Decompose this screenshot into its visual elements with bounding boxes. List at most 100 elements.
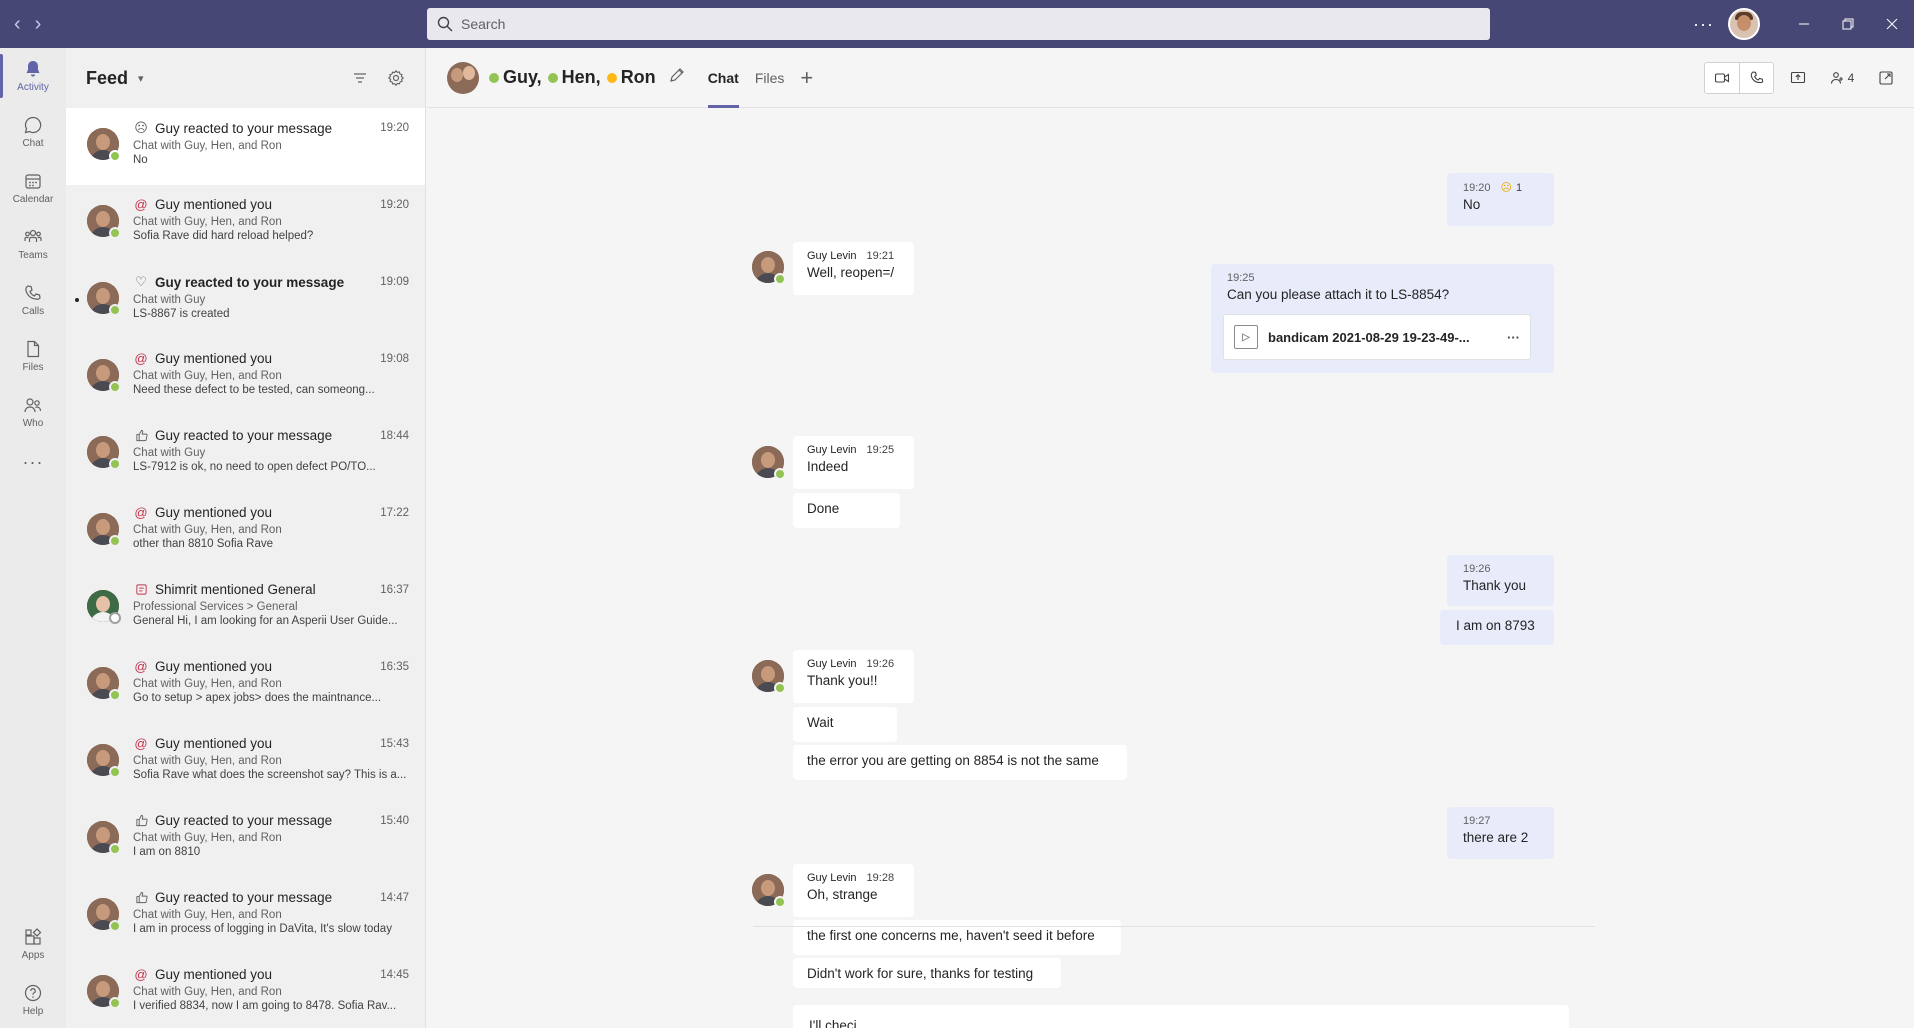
close-icon[interactable] [1870,0,1914,48]
feed-item-time: 19:09 [380,276,409,288]
participants-button[interactable]: 4 [1822,63,1862,93]
my-message[interactable]: I am on 8793 [1440,610,1554,645]
message-text: the error you are getting on 8854 is not… [807,753,1099,768]
restore-icon[interactable] [1826,0,1870,48]
feed-item-title: Guy mentioned you [155,659,273,674]
audio-call-button[interactable] [1739,63,1773,93]
received-message[interactable]: Guy Levin 19:21 Well, reopen=/ [793,242,914,295]
feed-item[interactable]: @ Guy mentioned you 17:22 Chat with Guy, H… [66,493,425,570]
sender-avatar[interactable] [752,660,786,694]
feed-item-title: Guy reacted to your message [155,813,333,828]
heart-icon: ♡ [135,274,147,289]
my-message[interactable]: 19:20 ☹ 1 No [1447,173,1554,226]
feed-item-time: 15:43 [380,737,409,750]
feed-item[interactable]: @ Guy mentioned you 16:35 Chat with Guy, H… [66,647,425,724]
header-actions: 4 [1704,62,1900,94]
back-arrow-icon[interactable]: ‹ [14,14,21,34]
rail-activity[interactable]: Activity [0,48,66,104]
rail-label: Files [22,362,44,373]
feed-title[interactable]: Feed [86,68,128,89]
sender-avatar[interactable] [752,446,786,480]
rail-apps[interactable]: Apps [0,916,66,972]
rail-label: Who [22,418,44,429]
sender-avatar[interactable] [752,874,786,908]
like-icon [133,429,149,442]
phone-icon [1750,71,1763,84]
tab-chat[interactable]: Chat [707,48,739,108]
avatar [87,282,121,316]
compose-box[interactable]: I'll checj [793,1005,1569,1028]
feed-item-title: Guy reacted to your message [155,890,333,905]
like-icon [133,891,149,904]
feed-item-context: Professional Services > General [133,601,298,613]
feed-item[interactable]: ☹ Guy reacted to your message 19:20 Chat w… [66,108,425,185]
settings-more-icon[interactable]: ··· [1679,14,1728,35]
popout-icon[interactable] [1872,63,1900,93]
my-profile-avatar[interactable] [1728,8,1760,40]
chevron-down-icon[interactable]: ▾ [138,72,144,85]
sad-emoji-icon: ☹ [1500,182,1512,194]
chat-header: Guy, Hen, Ron Chat Files + 4 [427,48,1914,108]
at-mention-icon: @ [134,351,148,366]
rail-calls[interactable]: Calls [0,272,66,328]
at-mention-icon: @ [134,505,148,520]
feed-item-context: Chat with Guy, Hen, and Ron [133,140,282,152]
chat-title[interactable]: Guy, Hen, Ron [489,66,686,89]
add-tab-icon[interactable]: + [800,65,813,91]
sender-avatar[interactable] [752,251,786,285]
feed-item-time: 14:45 [380,968,409,981]
tab-files[interactable]: Files [755,48,785,108]
received-message[interactable]: Done [793,493,900,528]
rail-calendar[interactable]: Calendar [0,160,66,216]
pencil-icon[interactable] [668,66,686,89]
reaction[interactable]: ☹ 1 [1500,181,1523,195]
minimize-icon[interactable] [1782,0,1826,48]
feed-item-context: Chat with Guy, Hen, and Ron [133,524,282,536]
feed-item[interactable]: Guy reacted to your message 18:44 Chat wi… [66,416,425,493]
feed-item-title: Guy reacted to your message [155,274,345,290]
teams-icon [24,229,42,242]
received-message[interactable]: Guy Levin 19:25 Indeed [793,436,914,489]
received-message[interactable]: Didn't work for sure, thanks for testing [793,958,1061,988]
received-message[interactable]: the error you are getting on 8854 is not… [793,745,1127,780]
feed-item-preview: Sofia Rave did hard reload helped? [133,230,314,242]
feed-item-preview: LS-7912 is ok, no need to open defect PO… [133,461,376,473]
share-screen-icon[interactable] [1784,63,1812,93]
rail-label: Calls [21,306,45,317]
feed-item[interactable]: @ Guy mentioned you 15:43 Chat with Guy, H… [66,724,425,801]
feed-item[interactable]: @ Guy mentioned you 19:20 Chat with Guy, H… [66,185,425,262]
feed-item-title: Guy reacted to your message [155,120,333,136]
rail-more-icon[interactable]: ··· [0,440,66,484]
feed-item[interactable]: Guy reacted to your message 15:40 Chat wi… [66,801,425,878]
my-message[interactable]: 19:26 Thank you [1447,555,1554,606]
feed-item[interactable]: ♡ Guy reacted to your message 19:09 Chat w… [66,262,425,339]
feed-item[interactable]: @ Guy mentioned you 14:45 Chat with Guy, H… [66,955,425,1028]
avatar [87,898,121,932]
received-message[interactable]: Guy Levin 19:26 Thank you!! [793,650,914,703]
forward-arrow-icon[interactable]: › [35,14,42,34]
feed-item[interactable]: Guy reacted to your message 14:47 Chat wi… [66,878,425,955]
feed-item-context: Chat with Guy, Hen, and Ron [133,986,282,998]
feed-item[interactable]: Shimrit mentioned General 16:37 Professio… [66,570,425,647]
filter-icon[interactable] [351,69,369,87]
at-mention-icon: @ [134,659,148,674]
video-call-button[interactable] [1705,63,1739,93]
gear-icon[interactable] [387,69,405,87]
my-message[interactable]: 19:25 Can you please attach it to LS-885… [1211,264,1554,373]
my-message[interactable]: 19:27 there are 2 [1447,807,1554,859]
rail-help[interactable]: Help [0,972,66,1028]
search-input[interactable]: Search [427,8,1490,40]
feed-item-time: 16:35 [380,660,409,673]
rail-bottom: Apps Help [0,916,66,1028]
received-message[interactable]: Guy Levin 19:28 Oh, strange [793,864,914,917]
rail-teams[interactable]: Teams [0,216,66,272]
rail-who[interactable]: Who [0,384,66,440]
attachment-more-icon[interactable]: ··· [1507,330,1520,345]
rail-files[interactable]: Files [0,328,66,384]
received-message[interactable]: Wait [793,707,897,742]
feed-item[interactable]: @ Guy mentioned you 19:08 Chat with Guy, H… [66,339,425,416]
group-avatar [447,61,479,94]
feed-item-title: Guy mentioned you [155,967,273,982]
rail-chat[interactable]: Chat [0,104,66,160]
file-attachment[interactable]: ▷ bandicam 2021-08-29 19-23-49-... ··· [1223,314,1531,360]
